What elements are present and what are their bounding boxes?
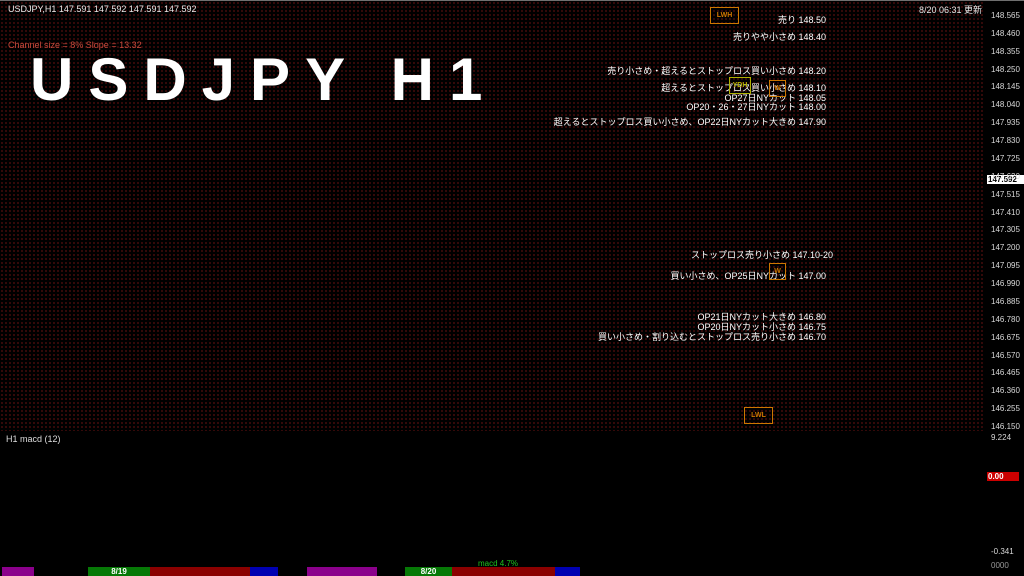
symbol-ohlc-title: USDJPY,H1 147.591 147.592 147.591 147.59… (8, 4, 197, 14)
price-axis-label: 146.255 (991, 404, 1020, 413)
price-level-annotation: OP20・26・27日NYカット 148.00 (686, 100, 826, 113)
timeline-segment[interactable] (307, 567, 377, 576)
price-axis-label: 147.830 (991, 136, 1020, 145)
price-axis-label: 148.250 (991, 65, 1020, 74)
marker-box-lwh: LWH (710, 7, 739, 24)
indicator-min-label: -0.341 (991, 547, 1014, 556)
timeline-segment[interactable] (2, 567, 34, 576)
price-axis-label: 146.885 (991, 297, 1020, 306)
price-axis-label: 147.935 (991, 118, 1020, 127)
price-axis-label: 147.410 (991, 208, 1020, 217)
price-axis-label: 146.465 (991, 368, 1020, 377)
price-axis-label: 148.565 (991, 11, 1020, 20)
price-level-annotation: 売りやや小さめ 148.40 (733, 30, 826, 43)
price-axis-label: 146.990 (991, 279, 1020, 288)
time-axis-label: 0000 (991, 561, 1009, 570)
price-axis-label: 148.145 (991, 82, 1020, 91)
price-axis-label: 148.040 (991, 100, 1020, 109)
marker-box-lwl: LWL (744, 407, 773, 424)
indicator-zero-box: 0.00 (987, 472, 1019, 481)
timeline-segment[interactable] (250, 567, 278, 576)
timeline-segment[interactable] (555, 567, 580, 576)
price-level-annotation: 売り 148.50 (778, 13, 826, 26)
price-axis-label: 146.570 (991, 351, 1020, 360)
price-level-annotation: 買い小さめ、OP25日NYカット 147.00 (670, 269, 826, 282)
price-level-annotation: ストップロス売り小さめ 147.10-20 (691, 248, 833, 261)
price-axis-label: 147.725 (991, 154, 1020, 163)
price-axis-label: 147.095 (991, 261, 1020, 270)
price-level-annotation: 売り小さめ・超えるとストップロス買い小さめ 148.20 (607, 64, 826, 77)
price-axis-label: 146.675 (991, 333, 1020, 342)
mt4-chart-window: USDJPY,H1 147.591 147.592 147.591 147.59… (0, 0, 1024, 576)
marker-box-ydh: YDH (729, 77, 751, 94)
price-axis-label: 147.305 (991, 225, 1020, 234)
price-axis-label: 148.460 (991, 29, 1020, 38)
price-axis-label: 146.780 (991, 315, 1020, 324)
chart-watermark: USDJPY H1 (30, 45, 497, 114)
price-level-annotation: 超えるとストップロス買い小さめ、OP22日NYカット大きめ 147.90 (554, 115, 826, 128)
timeline-segment[interactable] (452, 567, 555, 576)
update-timestamp: 8/20 06:31 更新 (919, 3, 982, 16)
marker-box-w: W (769, 80, 786, 97)
indicator-pane-label: H1 macd (12) (6, 434, 61, 444)
price-level-annotation: 買い小さめ・割り込むとストップロス売り小さめ 146.70 (598, 330, 826, 343)
price-axis-label: 147.200 (991, 243, 1020, 252)
timeline-date-label: 8/19 (88, 567, 150, 576)
indicator-max-label: 9.224 (991, 433, 1011, 442)
price-axis-label: 148.355 (991, 47, 1020, 56)
price-axis-label: 147.620 (991, 172, 1020, 181)
timeline-date-label: 8/20 (405, 567, 452, 576)
marker-box-w: W (769, 263, 786, 280)
price-axis-label: 146.360 (991, 386, 1020, 395)
price-axis-label: 146.150 (991, 422, 1020, 431)
timeline-segment[interactable] (150, 567, 250, 576)
price-axis-label: 147.515 (991, 190, 1020, 199)
